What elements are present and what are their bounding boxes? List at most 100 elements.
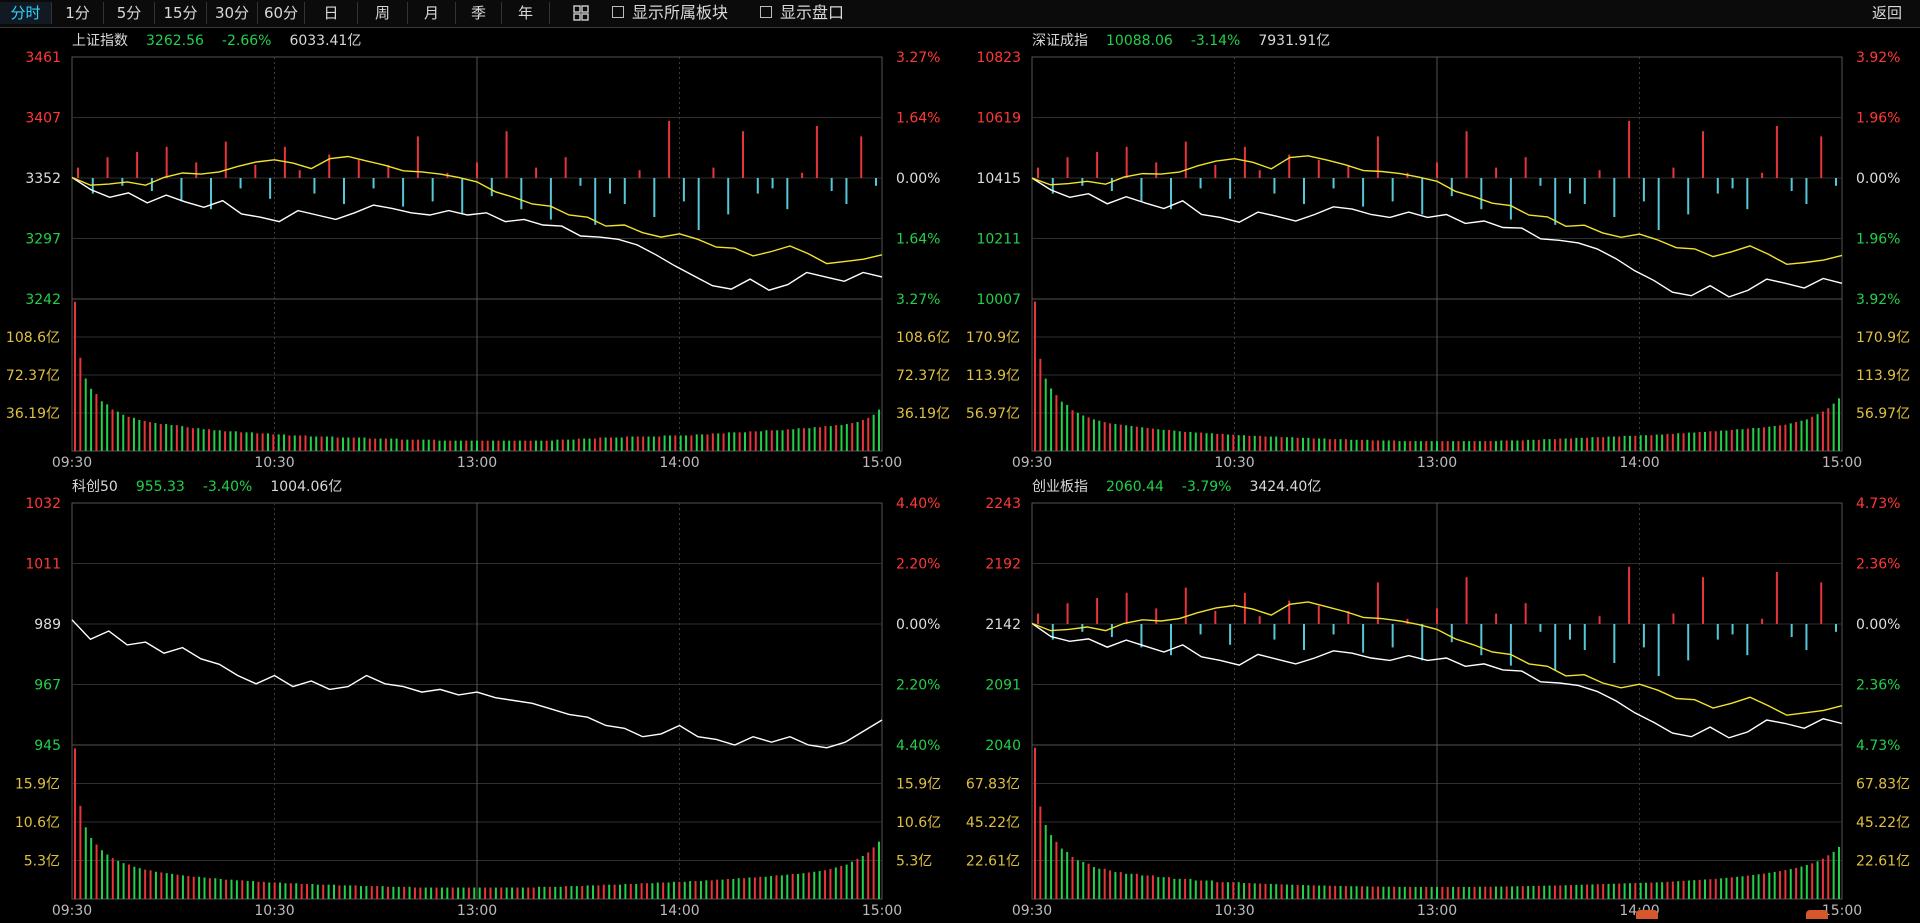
volume-bar [786, 429, 789, 451]
volume-bar [1071, 410, 1074, 451]
volume-tick-label: 5.3亿 [896, 854, 932, 870]
volume-tick-label: 45.22亿 [1856, 815, 1910, 831]
volume-tick-label: 22.61亿 [966, 854, 1020, 870]
volume-bar [721, 879, 724, 899]
volume-bar [1318, 438, 1321, 451]
index-price: 2060.44 [1106, 479, 1164, 495]
volume-bar [1087, 863, 1090, 899]
volume-bar [516, 887, 519, 899]
volume-bar [567, 439, 570, 451]
index-panel-star50[interactable]: 科创50 955.33 -3.40% 1004.06亿 1032 1011 989 967 9… [0, 473, 960, 919]
volume-bar [1334, 885, 1337, 899]
time-tick-label: 15:00 [1822, 455, 1862, 471]
volume-bar [565, 886, 568, 899]
volume-bar [333, 884, 336, 899]
volume-bar [331, 436, 334, 451]
volume-bar [1109, 870, 1112, 899]
back-button[interactable]: 返回 [1872, 2, 1902, 24]
volume-bar [1393, 440, 1396, 451]
volume-bar [726, 878, 729, 899]
volume-bar [604, 437, 607, 451]
period-tab[interactable]: 年 [502, 2, 550, 24]
period-tab[interactable]: 分时 [0, 2, 52, 24]
volume-bar [374, 438, 377, 451]
price-tick-label: 1032 [25, 496, 61, 512]
percent-tick-label: 1.96% [1856, 111, 1900, 127]
volume-bar [1468, 441, 1471, 451]
volume-bar [1655, 882, 1658, 899]
volume-bar [1559, 438, 1562, 451]
volume-bar [656, 882, 659, 899]
volume-bar [577, 438, 580, 451]
volume-bar [79, 357, 82, 451]
volume-bar [1768, 872, 1771, 899]
volume-bar [1285, 884, 1288, 899]
volume-bar [1269, 883, 1272, 899]
volume-bar [592, 885, 595, 899]
period-tab[interactable]: 1分 [52, 2, 104, 24]
volume-bar [283, 434, 286, 451]
volume-bar [198, 876, 201, 899]
price-tick-label: 10415 [976, 171, 1021, 187]
percent-tick-label: 0.00% [896, 171, 940, 187]
volume-bar [229, 431, 232, 451]
volume-bar [338, 885, 341, 899]
volume-bar [878, 841, 880, 899]
period-tab[interactable]: 60分 [258, 2, 305, 24]
volume-bar [1419, 441, 1422, 451]
show-sector-checkbox[interactable]: 显示所属板块 [612, 2, 728, 24]
percent-tick-label: 1.96% [1856, 232, 1900, 248]
time-tick-label: 10:30 [254, 455, 294, 471]
volume-bar [1141, 875, 1144, 899]
period-tab[interactable]: 月 [408, 2, 456, 24]
volume-bar [1789, 423, 1792, 451]
period-tab[interactable]: 日 [305, 2, 358, 24]
volume-tick-label: 67.83亿 [1856, 777, 1910, 793]
volume-bar [705, 880, 708, 899]
volume-bar [1773, 871, 1776, 899]
volume-bar [1226, 882, 1229, 899]
volume-tick-label: 15.9亿 [896, 777, 941, 793]
volume-tick-label: 170.9亿 [1856, 330, 1910, 346]
volume-bar [138, 868, 141, 899]
volume-bar [636, 436, 639, 451]
volume-bar [1752, 874, 1755, 899]
volume-bar [1344, 439, 1347, 451]
volume-bar [1141, 427, 1144, 451]
index-panel-chinext[interactable]: 创业板指 2060.44 -3.79% 3424.40亿 2243 2192 2142 20… [960, 473, 1920, 919]
volume-bar [1275, 884, 1278, 899]
volume-bar [1800, 866, 1803, 899]
volume-bar [1682, 433, 1685, 451]
period-tab[interactable]: 15分 [155, 2, 207, 24]
volume-bar [518, 440, 521, 451]
index-panel-shenzhen[interactable]: 深证成指 10088.06 -3.14% 7931.91亿 10823 10619 104… [960, 27, 1920, 471]
volume-bar [1784, 870, 1787, 899]
volume-bar [722, 433, 725, 451]
volume-bar [1307, 437, 1310, 451]
volume-bar [743, 878, 746, 899]
period-tab[interactable]: 季 [456, 2, 502, 24]
volume-bar [1784, 424, 1787, 451]
volume-bar [489, 887, 492, 899]
volume-bar [1543, 885, 1546, 899]
period-tab[interactable]: 周 [358, 2, 408, 24]
show-orderbook-checkbox[interactable]: 显示盘口 [760, 2, 844, 24]
time-tick-label: 13:00 [1417, 903, 1457, 919]
volume-bar [454, 440, 457, 451]
volume-bar [1436, 886, 1438, 899]
volume-bar [363, 437, 366, 451]
volume-bar [645, 883, 648, 899]
index-panel-shanghai[interactable]: 上证指数 3262.56 -2.66% 6033.41亿 3461 3407 3352 32… [0, 27, 960, 471]
volume-bar [1403, 441, 1406, 451]
layout-grid-icon[interactable] [573, 5, 589, 21]
volume-bar [1146, 427, 1149, 451]
volume-bar [1532, 885, 1535, 899]
period-tab[interactable]: 30分 [207, 2, 258, 24]
volume-bar [1586, 437, 1589, 451]
volume-bar [322, 884, 325, 899]
period-tab[interactable]: 5分 [104, 2, 155, 24]
volume-bar [524, 440, 527, 451]
volume-bar [1275, 436, 1278, 451]
volume-bar [583, 438, 586, 451]
volume-bar [1661, 882, 1664, 899]
